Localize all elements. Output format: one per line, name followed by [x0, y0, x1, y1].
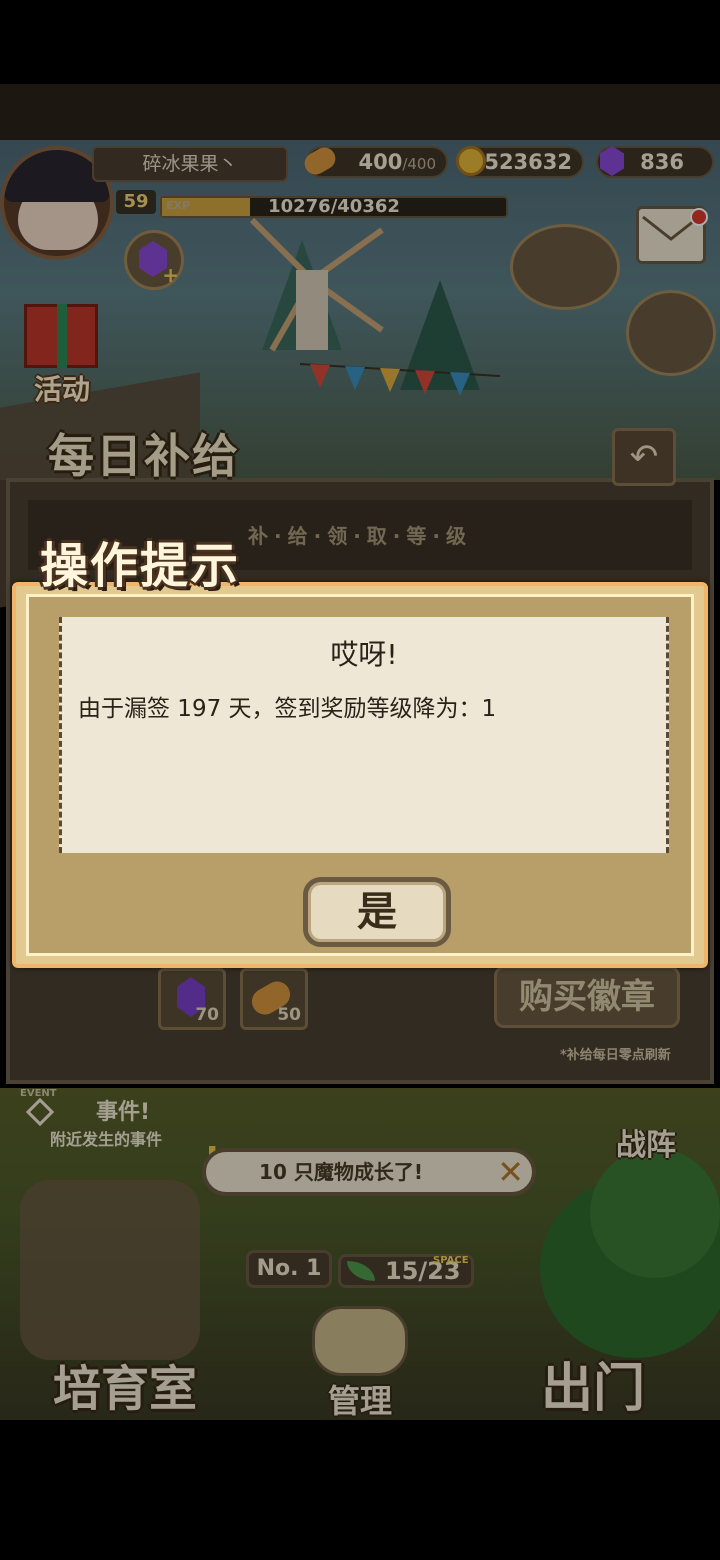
dialog-message: 由于漏签 197 天，签到奖励等级降为：1: [78, 696, 497, 722]
navigation-bar-area: [0, 1420, 720, 1560]
dialog-banner-title: 操作提示: [40, 538, 241, 594]
dialog-paper: 哎呀! 由于漏签 197 天，签到奖励等级降为：1: [59, 617, 669, 853]
operation-tip-dialog: 哎呀! 由于漏签 197 天，签到奖励等级降为：1 是: [12, 582, 708, 968]
confirm-button[interactable]: 是: [303, 877, 451, 947]
dialog-frame: 哎呀! 由于漏签 197 天，签到奖励等级降为：1 是: [26, 594, 694, 956]
dialog-title: 哎呀!: [330, 638, 398, 671]
